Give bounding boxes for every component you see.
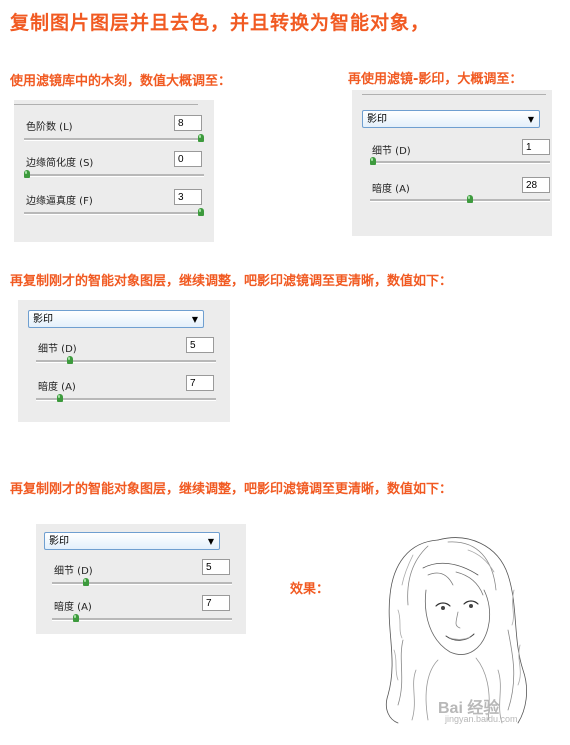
darkness-slider-track[interactable] [52, 618, 232, 621]
param-row: 细节 (D) 1 [352, 136, 552, 176]
edge-fidelity-slider-thumb[interactable] [198, 208, 204, 216]
filter-select-value: 影印 [367, 114, 387, 125]
woodcut-panel: 色阶数 (L) 8 边缘简化度 (S) 0 边缘逼真度 (F) 3 [14, 100, 214, 242]
darkness-label: 暗度 (A) [38, 382, 76, 393]
levels-slider-track[interactable] [24, 138, 204, 141]
divider [14, 104, 198, 105]
edge-fidelity-label: 边缘逼真度 (F) [26, 196, 93, 207]
photocopy-panel-3: 影印 ▼ 细节 (D) 5 暗度 (A) 7 [36, 524, 246, 634]
filter-select-value: 影印 [49, 536, 69, 547]
darkness-slider-track[interactable] [370, 199, 550, 202]
detail-label: 细节 (D) [372, 146, 411, 157]
detail-slider-track[interactable] [52, 582, 232, 585]
step4-heading: 再复制刚才的智能对象图层，继续调整，吧影印滤镜调至更清晰，数值如下： [10, 482, 453, 497]
photocopy-panel-2: 影印 ▼ 细节 (D) 5 暗度 (A) 7 [18, 300, 230, 422]
filter-select[interactable]: 影印 ▼ [28, 310, 204, 328]
filter-select[interactable]: 影印 ▼ [44, 532, 220, 550]
chevron-down-icon: ▼ [191, 315, 198, 324]
step1-heading: 使用滤镜库中的木刻，数值大概调至： [10, 74, 232, 89]
darkness-field[interactable]: 7 [202, 595, 230, 611]
detail-field[interactable]: 5 [202, 559, 230, 575]
watermark-url: jingyan.baidu.com [445, 714, 518, 724]
darkness-slider-thumb[interactable] [467, 195, 474, 203]
param-row: 色阶数 (L) 8 [14, 112, 214, 152]
detail-slider-track[interactable] [36, 360, 216, 363]
darkness-field[interactable]: 28 [522, 177, 550, 193]
filter-select[interactable]: 影印 ▼ [362, 110, 540, 128]
levels-slider-thumb[interactable] [198, 134, 204, 142]
param-row: 暗度 (A) 7 [36, 592, 246, 632]
edge-fidelity-field[interactable]: 3 [174, 189, 202, 205]
levels-field[interactable]: 8 [174, 115, 202, 131]
levels-label: 色阶数 (L) [26, 122, 73, 133]
detail-field[interactable]: 5 [186, 337, 214, 353]
darkness-label: 暗度 (A) [54, 602, 92, 613]
page-title: 复制图片图层并且去色，并且转换为智能对象， [10, 12, 431, 34]
detail-slider-thumb[interactable] [67, 356, 74, 364]
param-row: 细节 (D) 5 [36, 556, 246, 596]
param-row: 暗度 (A) 7 [18, 372, 230, 412]
param-row: 边缘简化度 (S) 0 [14, 148, 214, 188]
detail-slider-track[interactable] [370, 161, 550, 164]
step3-heading: 再复制刚才的智能对象图层，继续调整，吧影印滤镜调至更清晰，数值如下： [10, 274, 453, 289]
param-row: 细节 (D) 5 [18, 334, 230, 374]
detail-field[interactable]: 1 [522, 139, 550, 155]
filter-select-value: 影印 [33, 314, 53, 325]
darkness-field[interactable]: 7 [186, 375, 214, 391]
darkness-slider-thumb[interactable] [72, 614, 79, 622]
param-row: 暗度 (A) 28 [352, 174, 552, 214]
detail-label: 细节 (D) [54, 566, 93, 577]
chevron-down-icon: ▼ [527, 115, 534, 124]
edge-fidelity-slider-track[interactable] [24, 212, 204, 215]
param-row: 边缘逼真度 (F) 3 [14, 186, 214, 226]
edge-simplicity-label: 边缘简化度 (S) [26, 158, 94, 169]
darkness-slider-thumb[interactable] [56, 394, 63, 402]
effect-label: 效果： [290, 582, 330, 597]
divider [362, 94, 546, 95]
edge-simplicity-slider-thumb[interactable] [24, 170, 30, 178]
detail-label: 细节 (D) [38, 344, 77, 355]
step2-heading: 再使用滤镜-影印，大概调至： [348, 72, 523, 87]
darkness-label: 暗度 (A) [372, 184, 410, 195]
edge-simplicity-field[interactable]: 0 [174, 151, 202, 167]
chevron-down-icon: ▼ [207, 537, 214, 546]
photocopy-panel-1: 影印 ▼ 细节 (D) 1 暗度 (A) 28 [352, 90, 552, 236]
edge-simplicity-slider-track[interactable] [24, 174, 204, 177]
detail-slider-thumb[interactable] [83, 578, 90, 586]
detail-slider-thumb[interactable] [370, 157, 376, 165]
darkness-slider-track[interactable] [36, 398, 216, 401]
